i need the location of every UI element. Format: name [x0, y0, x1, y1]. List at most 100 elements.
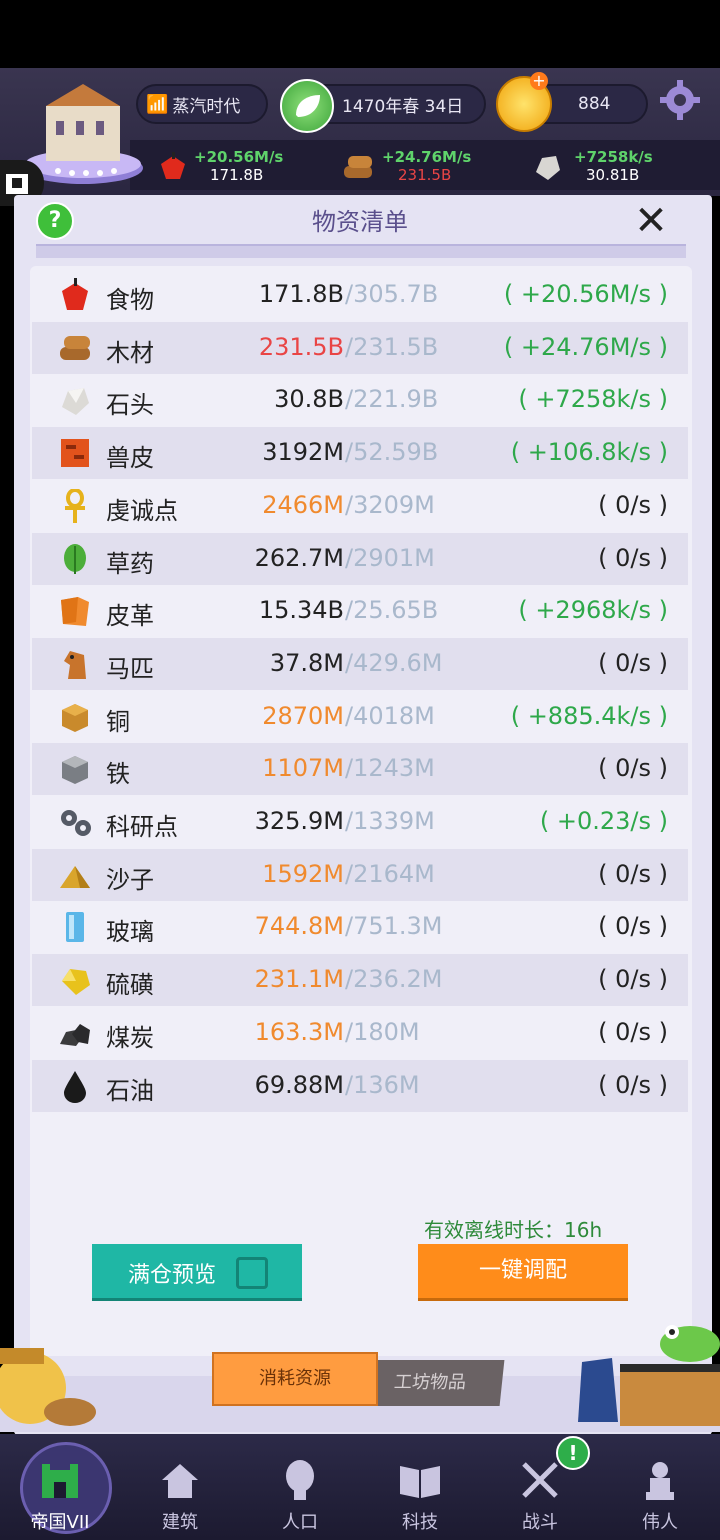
resource-current: 3192M	[262, 438, 344, 467]
resource-current: 69.88M	[254, 1070, 344, 1099]
resource-name: 马匹	[106, 654, 154, 683]
resource-current: 231.5B	[258, 332, 344, 361]
nav-great-people[interactable]: 伟人	[610, 1450, 710, 1538]
nav-technology[interactable]: 科技	[370, 1450, 470, 1538]
resource-current: 15.34B	[258, 596, 344, 625]
auto-allocate-button[interactable]: 一键调配	[418, 1244, 628, 1301]
gold-amount: 884	[578, 94, 611, 114]
resource-row: 皮革 15.34B/25.65B ( +2968k/s )	[32, 585, 688, 637]
resource-capacity: /429.6M	[345, 648, 443, 677]
wood-icon	[344, 156, 372, 178]
resource-current: 37.8M	[269, 648, 344, 677]
add-gold-icon[interactable]: +	[530, 72, 548, 90]
resource-rate: ( +885.4k/s )	[510, 701, 668, 730]
wood-rate: +24.76M/s	[382, 148, 472, 166]
resource-capacity: /2901M	[345, 543, 435, 572]
leather-icon	[61, 597, 89, 627]
resource-name: 食物	[106, 286, 154, 314]
resource-row: 虔诚点 2466M/3209M ( 0/s )	[32, 480, 688, 532]
resource-rate: ( 0/s )	[598, 859, 668, 888]
iron-icon	[62, 756, 88, 785]
wood-resource-item: +24.76M/s 231.5B	[342, 148, 522, 188]
resource-current: 163.3M	[254, 1017, 344, 1046]
resource-name: 虔诚点	[106, 496, 178, 525]
alert-badge-icon: !	[556, 1436, 590, 1470]
era-label: 蒸汽时代	[172, 96, 241, 117]
horse-icon	[64, 650, 86, 679]
nav-buildings[interactable]: 建筑	[130, 1450, 230, 1538]
resource-capacity: /1339M	[345, 807, 435, 835]
help-button[interactable]: ?	[36, 202, 74, 240]
resource-capacity: /221.9B	[345, 385, 439, 414]
statue-icon	[646, 1462, 674, 1500]
nav-battle-label: 战斗	[522, 1512, 558, 1533]
nav-population[interactable]: 人口	[250, 1450, 350, 1538]
resource-rate: ( 0/s )	[598, 912, 668, 941]
resource-current: 1107M	[262, 754, 344, 783]
status-bar	[0, 0, 720, 68]
stone-resource-item: +7258k/s 30.81B	[530, 148, 710, 188]
title-divider	[36, 244, 686, 258]
hide-icon	[61, 439, 89, 468]
leaf-icon	[280, 79, 334, 133]
gear-icon[interactable]	[660, 80, 700, 120]
resource-capacity: /751.3M	[345, 912, 443, 941]
nav-great-people-label: 伟人	[642, 1512, 678, 1533]
book-icon	[400, 1466, 440, 1498]
resource-row: 木材 231.5B/231.5B ( +24.76M/s )	[32, 321, 688, 374]
sulfur-icon	[62, 969, 90, 996]
resource-rate: ( +7258k/s )	[518, 385, 668, 414]
tab-consume[interactable]: 消耗资源	[212, 1352, 378, 1406]
resource-name: 玻璃	[106, 918, 154, 947]
nav-population-label: 人口	[282, 1512, 318, 1533]
resource-capacity: /305.7B	[345, 280, 439, 308]
food-amount: 171.8B	[210, 166, 264, 184]
resource-name: 石头	[106, 391, 154, 420]
resource-name: 铜	[106, 707, 130, 736]
wood-amount: 231.5B	[398, 166, 452, 184]
wood-icon	[60, 335, 90, 360]
resource-capacity: /3209M	[345, 490, 435, 519]
person-icon	[286, 1460, 314, 1500]
resource-rate: ( +24.76M/s )	[503, 332, 668, 361]
resource-current: 2466M	[262, 490, 344, 519]
wifi-icon: 📶	[146, 93, 169, 115]
resource-row: 石油 69.88M/136M ( 0/s )	[32, 1059, 688, 1112]
castle-icon	[42, 1464, 78, 1498]
resource-row: 沙子 1592M/2164M ( 0/s )	[32, 848, 688, 901]
resource-current: 171.8B	[258, 280, 344, 308]
resource-name: 沙子	[106, 865, 154, 894]
apple-icon	[62, 278, 88, 310]
frog-crate-icon	[578, 1325, 720, 1426]
resource-row: 硫磺 231.1M/236.2M ( 0/s )	[32, 954, 688, 1007]
copper-icon	[62, 703, 88, 732]
panel-title: 物资清单	[312, 208, 408, 236]
resource-name: 石油	[106, 1076, 154, 1105]
resource-row: 食物 171.8B/305.7B ( +20.56M/s )	[32, 269, 688, 321]
era-pill[interactable]: 📶 蒸汽时代	[136, 84, 268, 124]
stone-rate: +7258k/s	[574, 148, 653, 166]
resource-rate: ( 0/s )	[598, 754, 668, 783]
resource-row: 兽皮 3192M/52.59B ( +106.8k/s )	[32, 427, 688, 480]
stone-icon	[536, 156, 560, 180]
resource-rate: ( 0/s )	[598, 965, 668, 994]
resource-capacity: /25.65B	[345, 596, 439, 625]
resource-rate: ( 0/s )	[598, 1070, 668, 1099]
close-button[interactable]: ✕	[628, 198, 674, 244]
resource-rate: ( +0.23/s )	[539, 807, 668, 835]
resource-current: 744.8M	[254, 912, 344, 941]
resource-rate: ( 0/s )	[598, 490, 668, 519]
oil-icon	[64, 1070, 86, 1103]
stone-icon	[62, 388, 89, 416]
resource-current: 30.8B	[274, 385, 344, 414]
offline-duration: 有效离线时长：16h	[424, 1218, 603, 1242]
sacks-icon	[0, 1348, 96, 1426]
apple-icon	[161, 152, 185, 179]
resource-capacity: /52.59B	[345, 438, 439, 467]
nav-empire[interactable]: 帝国VII	[10, 1450, 110, 1538]
resource-current: 262.7M	[254, 543, 344, 572]
nav-buildings-label: 建筑	[162, 1512, 198, 1533]
full-preview-button[interactable]: 满仓预览	[92, 1244, 302, 1301]
resource-capacity: /136M	[345, 1070, 420, 1099]
preview-checkbox[interactable]	[236, 1257, 268, 1289]
